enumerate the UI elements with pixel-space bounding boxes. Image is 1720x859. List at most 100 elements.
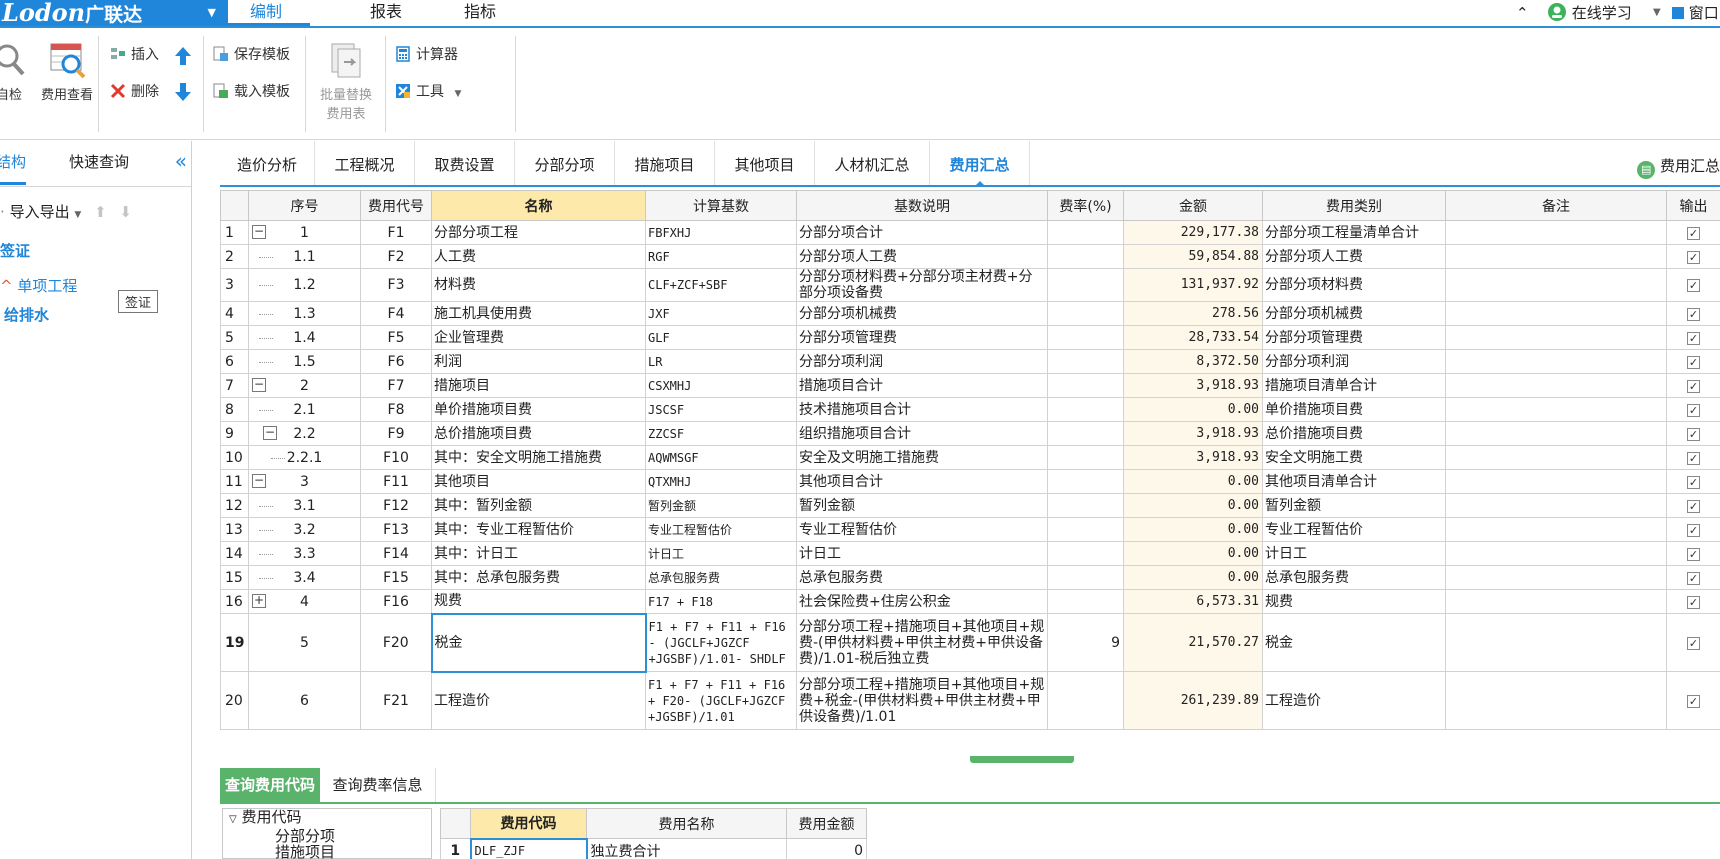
cell-seq[interactable]: 1.1 — [248, 244, 361, 269]
cell-name[interactable]: 其中：专业工程暂估价 — [431, 517, 646, 542]
cell-rate[interactable] — [1047, 349, 1124, 374]
cell-base[interactable]: 计日工 — [645, 541, 797, 566]
cell-base-desc[interactable]: 计日工 — [796, 541, 1048, 566]
cell-code[interactable]: F16 — [360, 589, 432, 614]
cell-output[interactable]: ✓ — [1666, 268, 1720, 302]
output-checkbox[interactable]: ✓ — [1687, 547, 1700, 561]
cell-category[interactable]: 总价措施项目费 — [1262, 421, 1446, 446]
save-template-button[interactable]: 保存模板 — [213, 44, 290, 66]
cell-code[interactable]: F9 — [360, 421, 432, 446]
cell-output[interactable]: ✓ — [1666, 301, 1720, 326]
cell-remark[interactable] — [1445, 373, 1667, 398]
table-row[interactable]: 5 1.4 F5 企业管理费 GLF 分部分项管理费 28,733.54 分部分项管理费 ✓ — [220, 325, 1720, 350]
cell-category[interactable]: 总承包服务费 — [1262, 565, 1446, 590]
cell-category[interactable]: 暂列金额 — [1262, 493, 1446, 518]
column-header-category[interactable]: 费用类别 — [1262, 190, 1446, 221]
column-header-amount[interactable]: 金额 — [1123, 190, 1263, 221]
cell-remark[interactable] — [1445, 268, 1667, 302]
cell-base-desc[interactable]: 社会保险费+住房公积金 — [796, 589, 1048, 614]
cell-name[interactable]: 总价措施项目费 — [431, 421, 646, 446]
output-checkbox[interactable]: ✓ — [1687, 355, 1700, 369]
cell-category[interactable]: 安全文明施工费 — [1262, 445, 1446, 470]
table-row[interactable]: 8 2.1 F8 单价措施项目费 JSCSF 技术措施项目合计 0.00 单价措施项目费 ✓ — [220, 397, 1720, 422]
cell-category[interactable]: 分部分项管理费 — [1262, 325, 1446, 350]
cell-base[interactable]: QTXMHJ — [645, 469, 797, 494]
cell-base-desc[interactable]: 专业工程暂估价 — [796, 517, 1048, 542]
tools-button[interactable]: 工具 ▼ — [395, 81, 461, 103]
cell-rate[interactable] — [1047, 469, 1124, 494]
output-checkbox[interactable]: ✓ — [1687, 694, 1700, 708]
cell-seq[interactable]: 2.1 — [248, 397, 361, 422]
cell-seq[interactable]: 3.2 — [248, 517, 361, 542]
cell-code[interactable]: F2 — [360, 244, 432, 269]
cell-seq[interactable]: −1 — [248, 220, 361, 245]
cell-base-desc[interactable]: 暂列金额 — [796, 493, 1048, 518]
cell-base[interactable]: F1 + F7 + F11 + F16 + F20- (JGCLF+JGZCF … — [645, 671, 797, 730]
cell-code[interactable]: F10 — [360, 445, 432, 470]
cell-remark[interactable] — [1445, 220, 1667, 245]
app-logo[interactable]: Lodon广联达 ▼ — [0, 0, 228, 26]
table-row[interactable]: 1−1 F1 分部分项工程 FBFXHJ 分部分项合计 229,177.38 分部分项工程量… — [220, 220, 1720, 245]
cell-output[interactable]: ✓ — [1666, 469, 1720, 494]
cell-output[interactable]: ✓ — [1666, 445, 1720, 470]
table-row[interactable]: 14 3.3 F14 其中：计日工 计日工 计日工 0.00 计日工 ✓ — [220, 541, 1720, 566]
cell-category[interactable]: 计日工 — [1262, 541, 1446, 566]
cell-code[interactable]: F5 — [360, 325, 432, 350]
cell-category[interactable]: 分部分项材料费 — [1262, 268, 1446, 302]
cell-output[interactable]: ✓ — [1666, 589, 1720, 614]
output-checkbox[interactable]: ✓ — [1687, 279, 1700, 292]
output-checkbox[interactable]: ✓ — [1687, 379, 1700, 393]
cell-base[interactable]: GLF — [645, 325, 797, 350]
cell-code[interactable]: F13 — [360, 517, 432, 542]
expand-icon[interactable]: + — [252, 593, 266, 608]
cell-remark[interactable] — [1445, 244, 1667, 269]
cell-output[interactable]: ✓ — [1666, 244, 1720, 269]
table-row[interactable]: 13 3.2 F13 其中：专业工程暂估价 专业工程暂估价 专业工程暂估价 0.00 专业工程… — [220, 517, 1720, 542]
cell-output[interactable]: ✓ — [1666, 397, 1720, 422]
column-header-code[interactable]: 费用代号 — [360, 190, 432, 221]
cell-output[interactable]: ✓ — [1666, 613, 1720, 672]
cost-code-tree[interactable]: ▽ 费用代码 分部分项 措施项目 — [222, 808, 432, 859]
tab-project-overview[interactable]: 工程概况 — [315, 141, 415, 185]
move-up-icon[interactable]: ⬆ — [94, 203, 107, 221]
import-export-button[interactable]: · 导入导出 ▼ ⬆ ⬇ — [0, 201, 132, 222]
cell-seq[interactable]: 3.1 — [248, 493, 361, 518]
cell-base-desc[interactable]: 分部分项工程+措施项目+其他项目+规费-(甲供材料费+甲供主材费+甲供设备费)/… — [796, 613, 1048, 672]
cell-output[interactable]: ✓ — [1666, 421, 1720, 446]
cell-base-desc[interactable]: 分部分项人工费 — [796, 244, 1048, 269]
output-checkbox[interactable]: ✓ — [1687, 427, 1700, 441]
cell-category[interactable]: 其他项目清单合计 — [1262, 469, 1446, 494]
cell-category[interactable]: 分部分项机械费 — [1262, 301, 1446, 326]
cell-code[interactable]: F14 — [360, 541, 432, 566]
output-checkbox[interactable]: ✓ — [1687, 226, 1700, 240]
tree-node-cost-code[interactable]: ▽ 费用代码 — [229, 809, 431, 828]
cell-output[interactable]: ✓ — [1666, 671, 1720, 730]
cell-seq[interactable]: 5 — [248, 613, 361, 672]
tree-item-drainage[interactable]: 给排水 — [4, 304, 49, 325]
column-header-base-desc[interactable]: 基数说明 — [796, 190, 1048, 221]
collapse-icon[interactable]: − — [252, 473, 266, 488]
chevron-down-icon[interactable]: ▼ — [1653, 0, 1661, 26]
table-row[interactable]: 16 +4 F16 规费 F17 + F18 社会保险费+住房公积金 6,573.31 规费 ✓ — [220, 589, 1720, 614]
cell-category[interactable]: 分部分项人工费 — [1262, 244, 1446, 269]
table-row[interactable]: 6 1.5 F6 利润 LR 分部分项利润 8,372.50 分部分项利润 ✓ — [220, 349, 1720, 374]
output-checkbox[interactable]: ✓ — [1687, 475, 1700, 489]
cell-code[interactable]: F7 — [360, 373, 432, 398]
tab-labor-material-summary[interactable]: 人材机汇总 — [815, 141, 930, 185]
table-row[interactable]: 15 3.4 F15 其中：总承包服务费 总承包服务费 总承包服务费 0.00 总承包服务费 ✓ — [220, 565, 1720, 590]
column-header-output[interactable]: 输出 — [1666, 190, 1720, 221]
cell-base-desc[interactable]: 其他项目合计 — [796, 469, 1048, 494]
cell-seq[interactable]: 6 — [248, 671, 361, 730]
cell-code[interactable]: F6 — [360, 349, 432, 374]
cell-output[interactable]: ✓ — [1666, 493, 1720, 518]
cell-base[interactable]: 总承包服务费 — [645, 565, 797, 590]
cell-name[interactable]: 其中：计日工 — [431, 541, 646, 566]
delete-button[interactable]: 删除 — [110, 81, 159, 103]
output-checkbox[interactable]: ✓ — [1687, 331, 1700, 345]
cell-base-desc[interactable]: 技术措施项目合计 — [796, 397, 1048, 422]
cell-remark[interactable] — [1445, 445, 1667, 470]
cell-base[interactable]: 专业工程暂估价 — [645, 517, 797, 542]
cell-rate[interactable] — [1047, 373, 1124, 398]
table-row[interactable]: 20 6 F21 工程造价 F1 + F7 + F11 + F16 + F20- (JG… — [220, 671, 1720, 730]
cell-name[interactable]: 其中：安全文明施工措施费 — [431, 445, 646, 470]
